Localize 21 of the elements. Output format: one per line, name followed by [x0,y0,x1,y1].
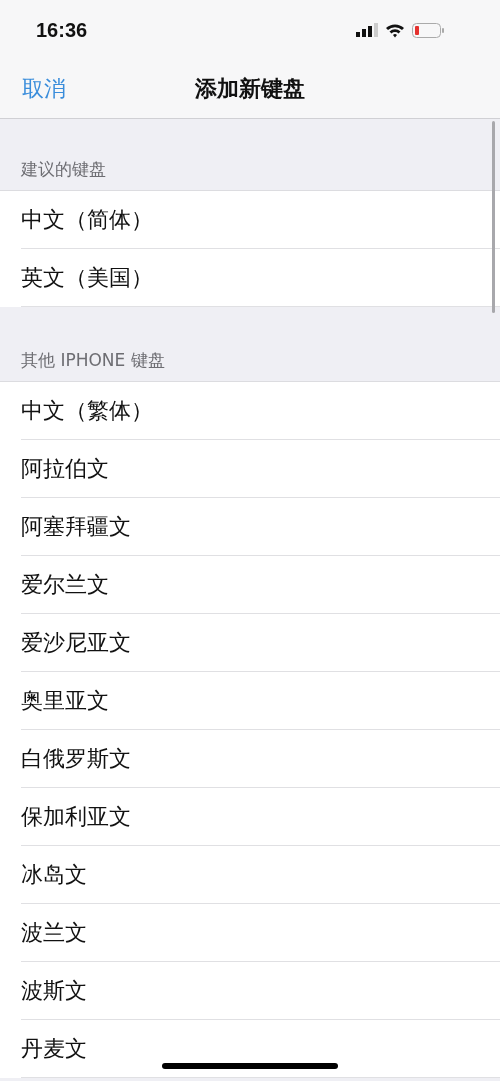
wifi-icon [385,22,405,38]
keyboard-list-item[interactable]: 保加利亚文 [21,801,131,832]
battery-icon [412,22,444,38]
keyboard-list-item[interactable]: 奥里亚文 [21,685,109,716]
keyboard-list-item[interactable]: 阿拉伯文 [21,453,109,484]
section-header: 其他 IPHONE 键盘 [21,349,165,372]
page-title: 添加新键盘 [195,75,305,103]
keyboard-list-item[interactable]: 爱尔兰文 [21,569,109,600]
keyboard-list-item[interactable]: 中文（简体） [21,204,153,235]
keyboard-list-item[interactable]: 英文（美国） [21,262,153,293]
keyboard-list-item[interactable]: 阿塞拜疆文 [21,511,131,542]
keyboard-list-item[interactable]: 波斯文 [21,975,87,1006]
keyboard-list-item[interactable]: 波兰文 [21,917,87,948]
keyboard-list-item[interactable]: 爱沙尼亚文 [21,627,131,658]
keyboard-list-item[interactable]: 中文（繁体） [21,395,153,426]
signal-icon [356,23,378,37]
keyboard-list-item[interactable]: 白俄罗斯文 [21,743,131,774]
status-time: 16:36 [36,18,88,42]
keyboard-list-item[interactable]: 冰岛文 [21,859,87,890]
section-header: 建议的键盘 [21,158,106,181]
keyboard-list-item[interactable]: 丹麦文 [21,1033,87,1064]
